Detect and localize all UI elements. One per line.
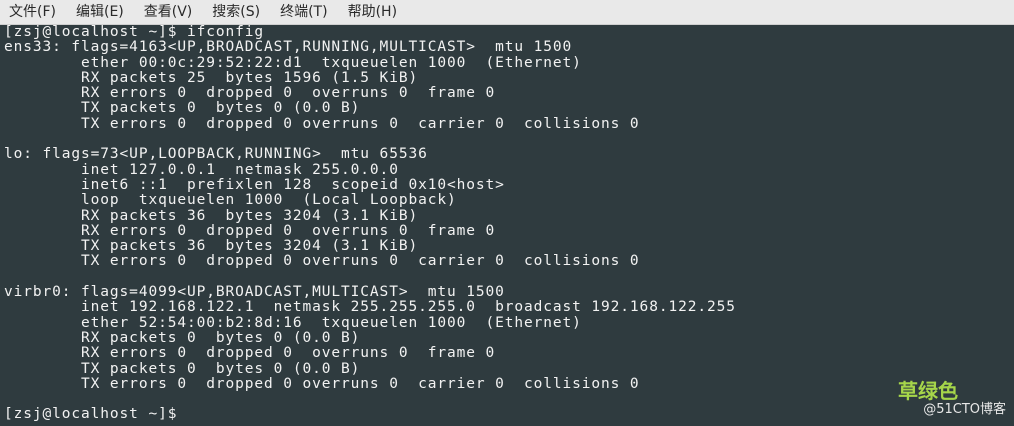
terminal-prompt[interactable]: [zsj@localhost ~]$ — [4, 407, 1014, 423]
terminal-line: inet 192.168.122.1 netmask 255.255.255.0… — [4, 299, 736, 316]
terminal-line: loop txqueuelen 1000 (Local Loopback) — [4, 192, 457, 209]
terminal-line: ens33: flags=4163<UP,BROADCAST,RUNNING,M… — [4, 39, 573, 56]
watermark-site: @51CTO博客 — [923, 402, 1006, 417]
menu-edit[interactable]: 编辑(E) — [67, 0, 135, 24]
menu-file[interactable]: 文件(F) — [0, 0, 67, 24]
menu-help[interactable]: 帮助(H) — [339, 0, 408, 24]
terminal-line: ether 52:54:00:b2:8d:16 txqueuelen 1000 … — [4, 314, 582, 331]
terminal-line: RX packets 0 bytes 0 (0.0 B) — [4, 329, 361, 346]
terminal-line: TX packets 36 bytes 3204 (3.1 KiB) — [4, 238, 419, 255]
menu-search[interactable]: 搜索(S) — [203, 0, 271, 24]
watermark-name: 草绿色 — [898, 379, 958, 403]
watermark: 草绿色 @51CTO博客 — [898, 380, 1006, 418]
terminal-line: inet6 ::1 prefixlen 128 scopeid 0x10<hos… — [4, 176, 505, 193]
terminal-line: TX errors 0 dropped 0 overruns 0 carrier… — [4, 115, 640, 132]
terminal-line: inet 127.0.0.1 netmask 255.0.0.0 — [4, 161, 399, 178]
menu-bar: 文件(F) 编辑(E) 查看(V) 搜索(S) 终端(T) 帮助(H) — [0, 0, 1014, 25]
terminal-line: virbr0: flags=4099<UP,BROADCAST,MULTICAS… — [4, 284, 505, 301]
terminal-output[interactable]: [zsj@localhost ~]$ ifconfig ens33: flags… — [0, 24, 1014, 426]
terminal-line: ether 00:0c:29:52:22:d1 txqueuelen 1000 … — [4, 54, 582, 71]
terminal-line: [zsj@localhost ~]$ ifconfig — [4, 24, 265, 40]
terminal-line: RX packets 36 bytes 3204 (3.1 KiB) — [4, 207, 419, 224]
terminal-line: TX packets 0 bytes 0 (0.0 B) — [4, 100, 361, 117]
menu-terminal[interactable]: 终端(T) — [271, 0, 338, 24]
terminal-line: RX packets 25 bytes 1596 (1.5 KiB) — [4, 69, 419, 86]
terminal-window: 文件(F) 编辑(E) 查看(V) 搜索(S) 终端(T) 帮助(H) [zsj… — [0, 0, 1014, 426]
terminal-line: lo: flags=73<UP,LOOPBACK,RUNNING> mtu 65… — [4, 146, 428, 163]
terminal-line: RX errors 0 dropped 0 overruns 0 frame 0 — [4, 222, 496, 239]
terminal-line: TX errors 0 dropped 0 overruns 0 carrier… — [4, 253, 640, 270]
menu-view[interactable]: 查看(V) — [135, 0, 204, 24]
terminal-line: RX errors 0 dropped 0 overruns 0 frame 0 — [4, 345, 496, 362]
terminal-line: TX packets 0 bytes 0 (0.0 B) — [4, 360, 361, 377]
terminal-line: RX errors 0 dropped 0 overruns 0 frame 0 — [4, 85, 496, 102]
terminal-line: TX errors 0 dropped 0 overruns 0 carrier… — [4, 375, 640, 392]
